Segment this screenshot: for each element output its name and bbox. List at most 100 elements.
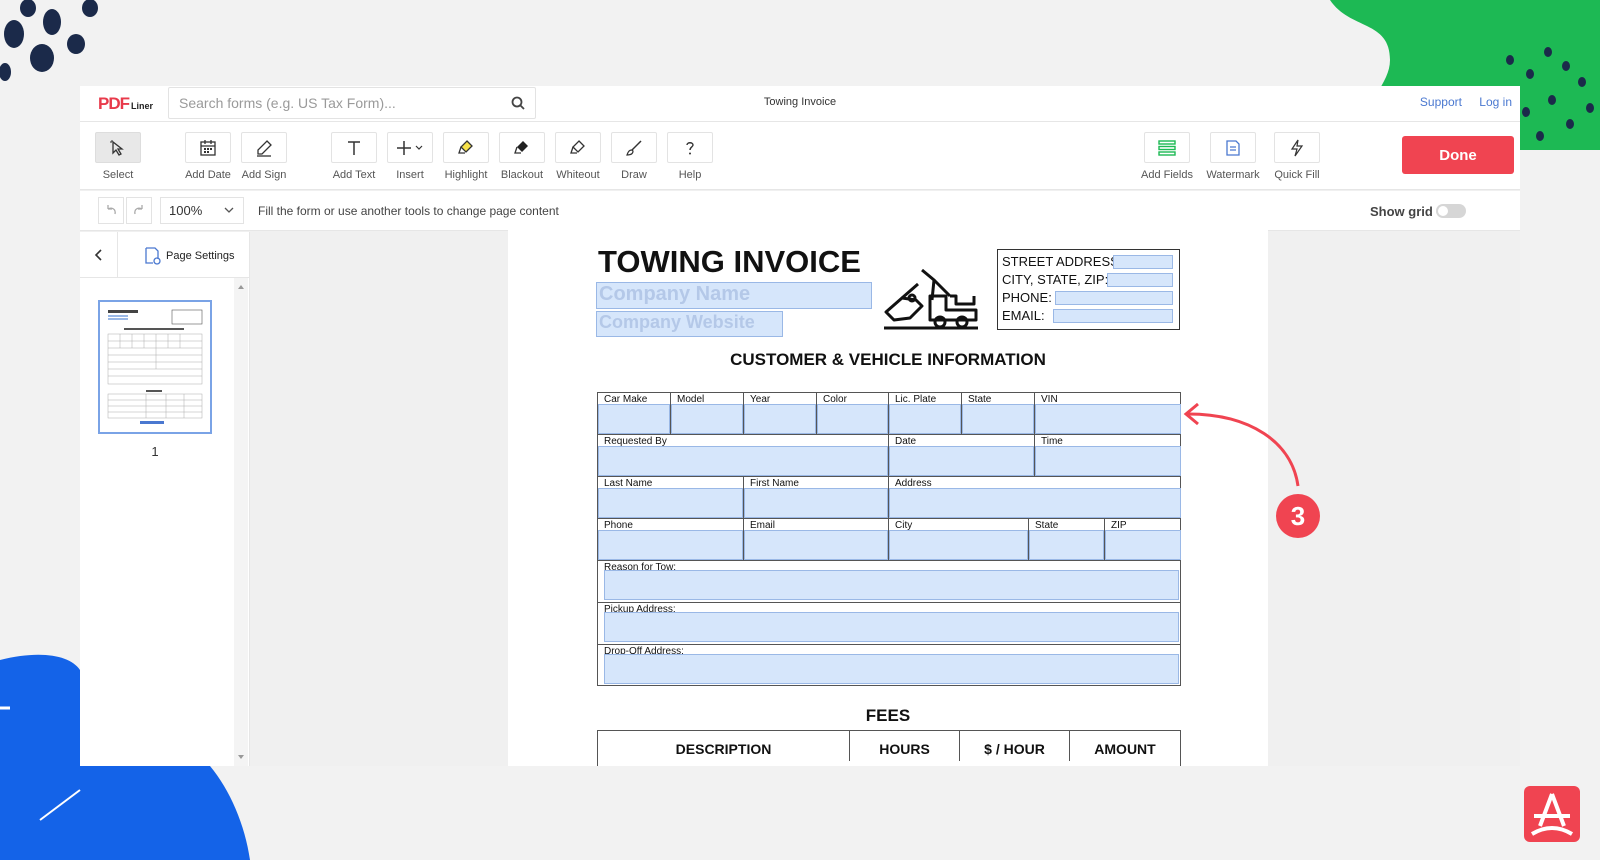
question-icon: [686, 141, 694, 154]
show-grid-toggle[interactable]: [1436, 204, 1466, 218]
tool-add-sign[interactable]: Add Sign: [234, 132, 294, 181]
zoom-select[interactable]: 100%: [160, 197, 244, 224]
email-field[interactable]: [1053, 309, 1173, 323]
fees-header-rate: $ / HOUR: [960, 731, 1070, 761]
collapse-sidebar-button[interactable]: [80, 232, 118, 278]
login-link[interactable]: Log in: [1479, 95, 1512, 109]
document-title: Towing Invoice: [763, 96, 837, 108]
tool-quick-fill[interactable]: Quick Fill: [1267, 132, 1327, 181]
first-name-cell: First Name: [744, 477, 889, 519]
last-name-cell: Last Name: [598, 477, 744, 519]
page-settings-button[interactable]: Page Settings: [144, 246, 235, 266]
date-cell: Date: [889, 435, 1035, 477]
reason-field[interactable]: [604, 570, 1179, 600]
fees-header-description: DESCRIPTION: [598, 731, 850, 761]
year-field[interactable]: [744, 404, 816, 434]
address-box: STREET ADDRESS: CITY, STATE, ZIP: PHONE:…: [997, 249, 1180, 330]
done-button[interactable]: Done: [1402, 136, 1514, 174]
chevron-left-icon: [94, 249, 102, 261]
company-website-field[interactable]: Company Website: [596, 311, 783, 337]
model-field[interactable]: [671, 404, 743, 434]
address-cell: Address: [889, 477, 1181, 519]
pen-sign-icon: [257, 139, 272, 157]
undo-icon: [107, 204, 116, 214]
scroll-up-icon[interactable]: [234, 282, 248, 292]
tool-add-text[interactable]: Add Text: [324, 132, 384, 181]
tool-select[interactable]: Select: [88, 132, 148, 181]
customer-email-field[interactable]: [744, 530, 888, 560]
marker-white-icon: [570, 139, 585, 154]
sub-toolbar: 100% Fill the form or use another tools …: [80, 191, 1520, 231]
plate-state-cell: State: [962, 393, 1035, 435]
city-field[interactable]: [889, 530, 1028, 560]
email-cell: Email: [744, 519, 889, 561]
sidebar-scrollbar[interactable]: [234, 278, 248, 766]
time-cell: Time: [1035, 435, 1181, 477]
pages-sidebar: Page Settings 1: [80, 232, 250, 766]
company-name-field[interactable]: Company Name: [596, 282, 872, 309]
app-window: PDF Liner Search forms (e.g. US Tax Form)…: [80, 86, 1520, 766]
chevron-down-icon: [224, 207, 234, 213]
time-field[interactable]: [1035, 446, 1181, 476]
city-cell: City: [889, 519, 1029, 561]
first-name-field[interactable]: [744, 488, 888, 518]
tool-insert[interactable]: Insert: [380, 132, 440, 181]
page-thumbnail[interactable]: [98, 300, 212, 434]
marker-black-icon: [514, 140, 528, 154]
annotation-arrow: [1183, 402, 1300, 487]
show-grid-label: Show grid: [1370, 204, 1433, 219]
plate-state-field[interactable]: [962, 404, 1034, 434]
tool-add-fields[interactable]: Add Fields: [1137, 132, 1197, 181]
tool-whiteout[interactable]: Whiteout: [548, 132, 608, 181]
step-badge: 3: [1276, 494, 1320, 538]
tool-blackout[interactable]: Blackout: [492, 132, 552, 181]
lightning-icon: [1290, 139, 1304, 156]
color-field[interactable]: [817, 404, 888, 434]
state-field[interactable]: [1029, 530, 1104, 560]
street-address-field[interactable]: [1113, 255, 1173, 269]
phone-cell: Phone: [598, 519, 744, 561]
vin-field[interactable]: [1035, 404, 1181, 434]
year-cell: Year: [744, 393, 817, 435]
tool-watermark[interactable]: Watermark: [1203, 132, 1263, 181]
requested-by-cell: Requested By: [598, 435, 889, 477]
pickup-address-field[interactable]: [604, 612, 1179, 642]
calendar-icon: [200, 139, 216, 156]
tool-help[interactable]: Help: [660, 132, 720, 181]
fees-header-hours: HOURS: [850, 731, 960, 761]
sidebar-header: Page Settings: [80, 232, 249, 278]
page-number: 1: [151, 444, 159, 459]
undo-button[interactable]: [98, 197, 124, 224]
customer-phone-field[interactable]: [598, 530, 743, 560]
phone-field[interactable]: [1055, 291, 1173, 305]
hint-text: Fill the form or use another tools to ch…: [258, 204, 559, 218]
zip-field[interactable]: [1105, 530, 1181, 560]
last-name-field[interactable]: [598, 488, 743, 518]
dropoff-address-field[interactable]: [604, 654, 1179, 684]
phone-row: PHONE:: [1002, 288, 1175, 306]
car-make-field[interactable]: [598, 404, 670, 434]
lic-plate-cell: Lic. Plate: [889, 393, 962, 435]
pickup-cell: Pickup Address:: [598, 603, 1181, 645]
tow-truck-icon: [884, 268, 978, 330]
tool-add-date[interactable]: Add Date: [178, 132, 238, 181]
document-page: TOWING INVOICE Company Name Company Webs…: [508, 230, 1268, 766]
watermark-icon: [1226, 139, 1240, 156]
customer-vehicle-table: Car Make Model Year Color Lic. Plate Sta…: [597, 392, 1181, 686]
tool-highlight[interactable]: Highlight: [436, 132, 496, 181]
car-make-cell: Car Make: [598, 393, 671, 435]
support-link[interactable]: Support: [1420, 95, 1462, 109]
customer-section-heading: CUSTOMER & VEHICLE INFORMATION: [730, 350, 1046, 369]
city-state-zip-field[interactable]: [1107, 273, 1173, 287]
scroll-down-icon[interactable]: [234, 752, 248, 762]
email-row: EMAIL:: [1002, 306, 1175, 324]
date-field[interactable]: [889, 446, 1034, 476]
lic-plate-field[interactable]: [889, 404, 961, 434]
reason-cell: Reason for Tow:: [598, 561, 1181, 603]
requested-by-field[interactable]: [598, 446, 888, 476]
state-cell: State: [1029, 519, 1105, 561]
redo-button[interactable]: [126, 197, 152, 224]
address-field[interactable]: [889, 488, 1181, 518]
decor-dots-top-left: [0, 0, 98, 81]
tool-draw[interactable]: Draw: [604, 132, 664, 181]
